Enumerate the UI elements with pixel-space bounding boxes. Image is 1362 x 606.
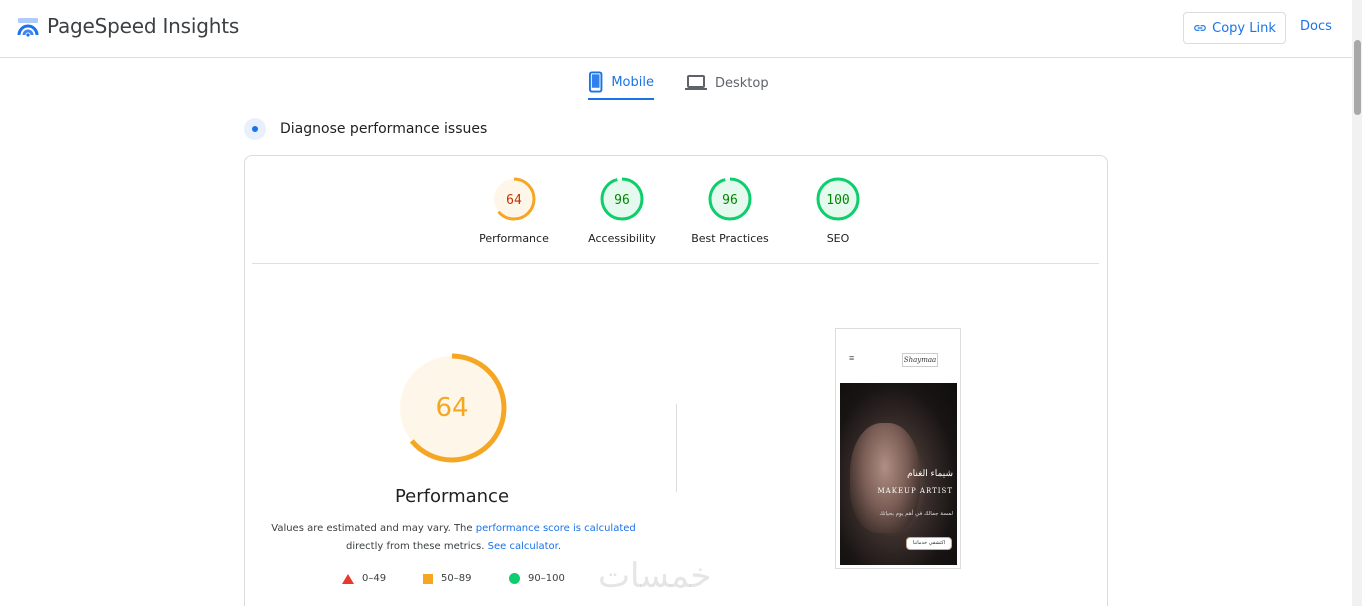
score-disclaimer: Values are estimated and may vary. The p… — [266, 520, 641, 556]
hero-cta-button: اكتشفي خدماتنا — [906, 537, 952, 550]
score-label: Best Practices — [691, 232, 769, 245]
main-performance-title: Performance — [394, 486, 510, 507]
copy-link-button[interactable]: Copy Link — [1183, 12, 1286, 44]
legend-range: 0–49 — [362, 573, 387, 584]
tab-mobile[interactable]: Mobile — [588, 66, 654, 100]
score-value: 96 — [722, 193, 738, 208]
score-gauge-performance[interactable]: 64 Performance — [469, 176, 559, 245]
final-screenshot-thumbnail: ≡ Shaymaa شيماء الغنام MAKEUP ARTIST لمس… — [835, 328, 961, 569]
vertical-divider — [676, 404, 677, 492]
docs-link[interactable]: Docs — [1300, 19, 1332, 34]
score-gauge-best-practices[interactable]: 96 Best Practices — [685, 176, 775, 245]
gauge-ring: 100 — [816, 177, 860, 221]
gauge-ring: 96 — [708, 177, 752, 221]
top-app-bar: PageSpeed Insights Copy Link Docs — [0, 0, 1362, 58]
link-icon — [1194, 25, 1206, 31]
hero-image: شيماء الغنام MAKEUP ARTIST لمسة جمالك في… — [840, 383, 957, 565]
note-text-2: directly from these metrics. — [345, 541, 488, 552]
score-label: Performance — [479, 232, 549, 245]
legend-pass: 90–100 — [509, 573, 565, 584]
hero-subtitle: لمسة جمالك في أهم يوم بحياتك — [879, 511, 953, 517]
laptop-icon — [685, 75, 707, 90]
tab-mobile-label: Mobile — [611, 74, 654, 90]
score-calculated-link[interactable]: performance score is calculated — [476, 523, 636, 534]
legend-average: 50–89 — [423, 573, 471, 584]
score-value: 100 — [826, 193, 849, 208]
hero-title-english: MAKEUP ARTIST — [877, 487, 953, 495]
score-label: Accessibility — [588, 232, 656, 245]
app-title: PageSpeed Insights — [47, 14, 240, 38]
main-score-value: 64 — [435, 393, 468, 423]
performance-main-gauge: 64 — [397, 353, 507, 463]
note-text-1: Values are estimated and may vary. The — [271, 523, 476, 534]
score-label: SEO — [826, 232, 850, 245]
score-value: 64 — [506, 193, 522, 208]
gauge-ring: 64 — [492, 177, 536, 221]
hero-title-arabic: شيماء الغنام — [907, 469, 953, 479]
hamburger-menu-icon: ≡ — [849, 353, 855, 363]
score-value: 96 — [614, 193, 630, 208]
tab-desktop-label: Desktop — [715, 75, 769, 91]
square-icon — [423, 573, 433, 584]
score-gauge-seo[interactable]: 100 SEO — [793, 176, 883, 245]
gauge-ring: 96 — [600, 177, 644, 221]
score-gauge-accessibility[interactable]: 96 Accessibility — [577, 176, 667, 245]
legend-fail: 0–49 — [342, 573, 386, 584]
smartphone-icon — [588, 71, 603, 93]
copy-link-label: Copy Link — [1212, 20, 1276, 36]
diagnose-icon — [244, 118, 266, 140]
triangle-icon — [342, 573, 354, 584]
legend-range: 90–100 — [528, 573, 565, 584]
legend-range: 50–89 — [441, 573, 472, 584]
circle-icon — [509, 573, 520, 584]
site-logo: Shaymaa — [902, 353, 938, 367]
scrollbar-thumb[interactable] — [1354, 40, 1361, 115]
see-calculator-link[interactable]: See calculator. — [488, 541, 561, 552]
tab-desktop[interactable]: Desktop — [685, 66, 769, 100]
diagnose-heading: Diagnose performance issues — [280, 121, 488, 137]
watermark: خمسات — [598, 556, 712, 596]
pagespeed-logo-icon — [17, 18, 39, 37]
gauges-divider — [252, 263, 1099, 264]
